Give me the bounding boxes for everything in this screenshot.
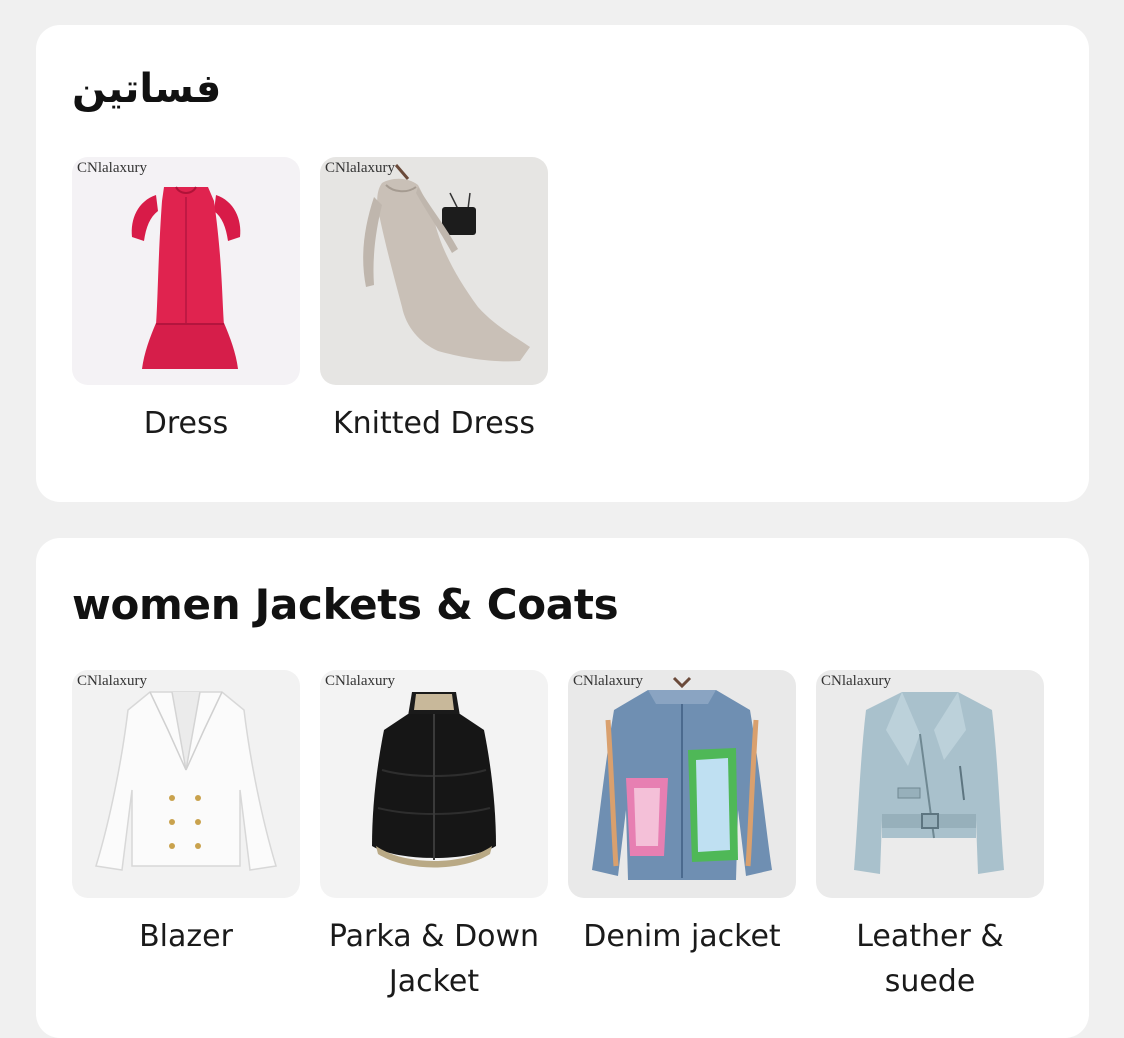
category-item-parka-down-jacket[interactable]: CNlalaxury Parka & Down Jacket <box>320 670 548 1004</box>
category-item-dress[interactable]: CNlalaxury Dress <box>72 157 300 446</box>
category-item-denim-jacket[interactable]: CNlalaxury Denim jacket <box>568 670 796 1004</box>
category-label: Dress <box>143 406 229 441</box>
brand-watermark: CNlalaxury <box>573 673 643 689</box>
category-grid: CNlalaxury Dress CNlalaxury Knitted Dres… <box>72 157 548 446</box>
category-label: Leather & suede <box>856 919 1004 999</box>
category-label: Blazer <box>139 919 233 954</box>
category-label: Knitted Dress <box>332 406 536 441</box>
brand-watermark: CNlalaxury <box>77 673 147 689</box>
knitted-dress-image[interactable]: CNlalaxury <box>320 157 548 385</box>
category-grid: CNlalaxury Blazer CNlalaxury Parka & Dow… <box>72 670 1044 1004</box>
category-item-blazer[interactable]: CNlalaxury Blazer <box>72 670 300 1004</box>
category-item-knitted-dress[interactable]: CNlalaxury Knitted Dress <box>320 157 548 446</box>
category-label: Denim jacket <box>583 919 781 954</box>
brand-watermark: CNlalaxury <box>325 160 395 176</box>
section-title: فساتين <box>72 66 222 112</box>
red-dress-image[interactable]: CNlalaxury <box>72 157 300 385</box>
section-title: women Jackets & Coats <box>72 580 619 629</box>
category-section-dresses: فساتين CNlalaxury Dress CNlalaxury Knitt… <box>36 25 1089 502</box>
brand-watermark: CNlalaxury <box>325 673 395 689</box>
leather-jacket-image[interactable]: CNlalaxury <box>816 670 1044 898</box>
category-label: Parka & Down Jacket <box>328 919 540 999</box>
category-item-leather-suede[interactable]: CNlalaxury Leather & suede <box>816 670 1044 1004</box>
blazer-image[interactable]: CNlalaxury <box>72 670 300 898</box>
brand-watermark: CNlalaxury <box>821 673 891 689</box>
puffer-vest-image[interactable]: CNlalaxury <box>320 670 548 898</box>
denim-jacket-image[interactable]: CNlalaxury <box>568 670 796 898</box>
brand-watermark: CNlalaxury <box>77 160 147 176</box>
category-section-jackets: women Jackets & Coats CNlalaxury Blazer <box>36 538 1089 1038</box>
